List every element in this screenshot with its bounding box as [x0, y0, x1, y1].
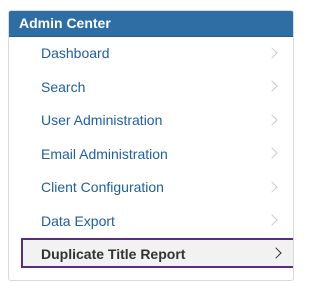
menu-item-label: Dashboard: [41, 45, 110, 61]
menu-item-dashboard[interactable]: Dashboard: [9, 37, 293, 71]
menu-item-label: Email Administration: [41, 145, 168, 162]
menu-item-user-administration[interactable]: User Administration: [9, 104, 293, 138]
menu-item-email-administration[interactable]: Email Administration: [9, 138, 293, 172]
chevron-right-icon: [266, 214, 278, 226]
menu-item-label: Client Configuration: [41, 179, 164, 195]
menu-item-search[interactable]: Search: [9, 71, 293, 105]
chevron-right-icon: [266, 47, 278, 59]
menu-item-data-export[interactable]: Data Export: [9, 205, 293, 239]
chevron-right-icon: [270, 247, 282, 259]
admin-center-panel: Admin Center Dashboard Search User Admin…: [8, 10, 294, 281]
chevron-right-icon: [266, 147, 278, 159]
menu-item-client-configuration[interactable]: Client Configuration: [9, 171, 293, 205]
admin-menu: Dashboard Search User Administration Ema…: [9, 37, 293, 268]
chevron-right-icon: [266, 80, 278, 92]
admin-center-title: Admin Center: [9, 11, 293, 37]
chevron-right-icon: [266, 114, 278, 126]
menu-item-duplicate-title-report[interactable]: Duplicate Title Report: [21, 238, 293, 268]
menu-item-label: Data Export: [41, 212, 115, 229]
menu-item-label: Search: [41, 78, 86, 95]
menu-item-label: User Administration: [41, 112, 163, 128]
chevron-right-icon: [266, 181, 278, 193]
menu-item-label: Duplicate Title Report: [41, 246, 186, 262]
